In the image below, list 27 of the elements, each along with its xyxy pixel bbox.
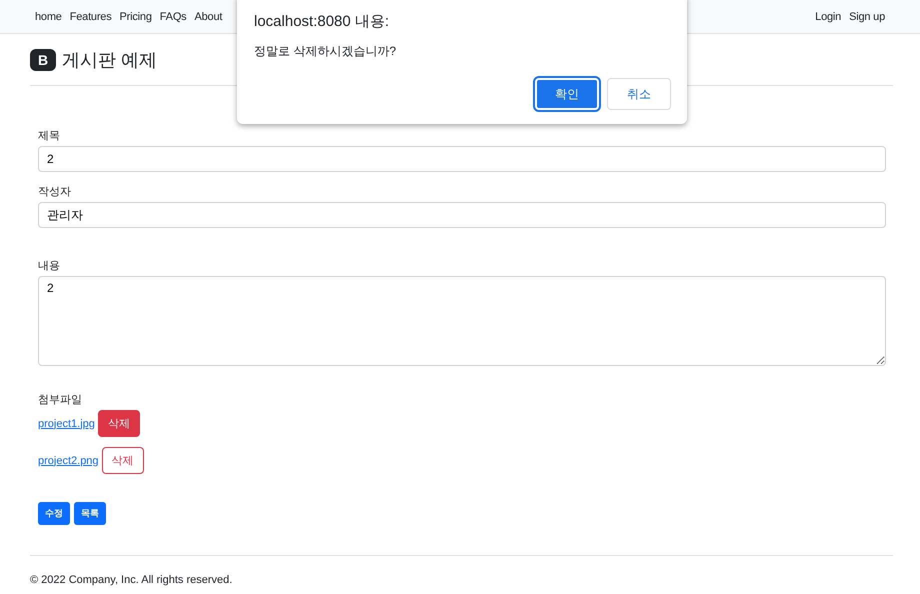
page-title: 게시판 예제 xyxy=(62,48,158,72)
ok-button[interactable]: 확인 xyxy=(535,78,599,110)
nav-link[interactable]: Features xyxy=(66,10,116,22)
action-button[interactable]: 목록 xyxy=(74,502,106,525)
nav-link[interactable]: Login xyxy=(815,10,846,22)
nav-link[interactable]: Pricing xyxy=(116,10,156,22)
input-field[interactable]: 관리자 xyxy=(38,202,886,228)
delete-button[interactable]: 삭제 xyxy=(98,410,140,437)
action-button[interactable]: 수정 xyxy=(38,502,70,525)
dialog-message: 정말로 삭제하시겠습니까? xyxy=(254,43,398,60)
nav-link[interactable]: About xyxy=(190,10,226,22)
field-label: 내용 xyxy=(38,259,61,273)
field-label: 제목 xyxy=(38,129,61,143)
nav-link[interactable]: home xyxy=(35,10,66,22)
file-link[interactable]: project2.png xyxy=(38,454,99,466)
field-label: 첨부파일 xyxy=(38,393,83,407)
field-label: 작성자 xyxy=(38,185,72,199)
logo: B xyxy=(30,48,56,70)
nav-link[interactable]: FAQs xyxy=(156,10,190,22)
textarea-field[interactable]: 2 xyxy=(38,276,886,366)
cancel-button[interactable]: 취소 xyxy=(607,78,671,110)
delete-button[interactable]: 삭제 xyxy=(102,447,144,474)
footer-text: © 2022 Company, Inc. All rights reserved. xyxy=(30,574,232,586)
dialog-title: localhost:8080 내용: xyxy=(254,12,390,31)
input-field[interactable]: 2 xyxy=(38,146,886,172)
file-link[interactable]: project1.jpg xyxy=(38,418,95,430)
nav-link[interactable]: Sign up xyxy=(845,10,889,22)
